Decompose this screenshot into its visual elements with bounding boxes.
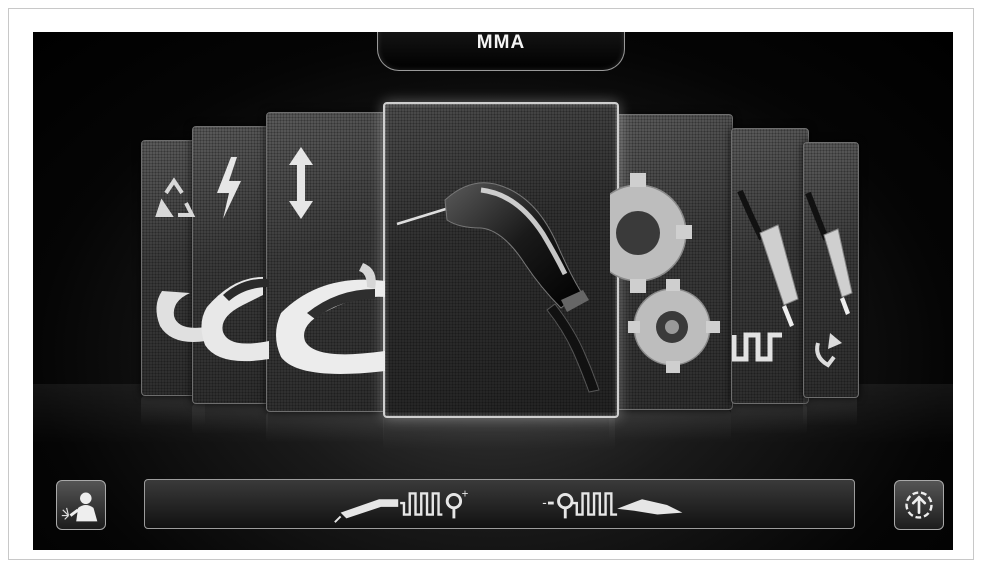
upload-circle-icon xyxy=(905,491,933,519)
card-reflection xyxy=(383,416,615,450)
card-tig-pulse[interactable] xyxy=(731,128,809,404)
up-down-arrow-icon xyxy=(276,147,385,374)
welder-button[interactable] xyxy=(56,480,106,530)
mode-tab[interactable]: MMA xyxy=(377,32,625,71)
mode-label: MMA xyxy=(476,32,526,53)
tig-torch-recycle-icon xyxy=(805,191,853,368)
gears-icon xyxy=(610,173,720,373)
polarity-plus-sign: + xyxy=(462,488,469,500)
tig-torch-pulse-icon xyxy=(732,189,799,362)
welder-icon xyxy=(61,492,98,522)
card-tig-recycle[interactable] xyxy=(803,142,859,398)
card-power[interactable] xyxy=(192,126,270,404)
card-reflection xyxy=(803,396,857,426)
polarity-bar[interactable]: + - xyxy=(144,479,855,529)
welder-screen: MMA + - xyxy=(33,32,953,550)
card-mma-electrode[interactable] xyxy=(383,102,619,418)
upload-button[interactable] xyxy=(894,480,944,530)
lightning-icon xyxy=(201,157,269,362)
card-reflection xyxy=(731,404,807,434)
polarity-diagram-icon: + - xyxy=(334,488,683,523)
card-updown[interactable] xyxy=(266,112,386,412)
card-reflection xyxy=(609,410,731,440)
polarity-minus-sign: - xyxy=(542,495,546,510)
electrode-holder-icon xyxy=(396,182,600,393)
card-reflection xyxy=(192,404,268,434)
card-settings[interactable] xyxy=(609,114,733,410)
card-reflection xyxy=(266,412,384,442)
